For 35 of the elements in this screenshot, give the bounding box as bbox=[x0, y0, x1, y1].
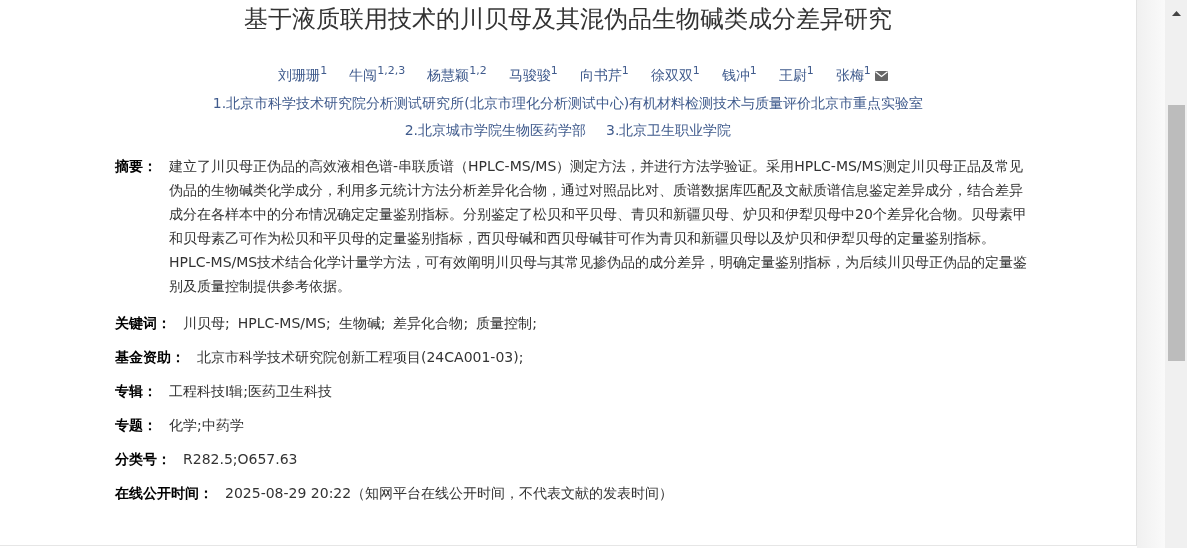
author-link[interactable]: 徐双双$^{1}$ bbox=[650, 67, 700, 85]
field-label: 基金资助： bbox=[115, 348, 185, 366]
keyword-link[interactable]: 差异化合物; bbox=[393, 314, 469, 332]
mail-icon[interactable] bbox=[874, 71, 888, 81]
scroll-up-icon[interactable] bbox=[1171, 11, 1181, 16]
field-value: 2025-08-29 20:22（知网平台在线公开时间，不代表文献的发表时间） bbox=[225, 484, 674, 502]
keyword-link[interactable]: 北京市科学技术研究院创新工程项目(24CA001-03); bbox=[197, 348, 524, 366]
scrollbar[interactable] bbox=[1165, 0, 1187, 548]
author-link[interactable]: 杨慧颖$^{1,2}$ bbox=[427, 67, 487, 85]
scrollbar-thumb[interactable] bbox=[1167, 105, 1185, 361]
affiliation-link[interactable]: 3.北京卫生职业学院 bbox=[606, 121, 732, 139]
author-link[interactable]: 钱冲$^{1}$ bbox=[721, 67, 757, 85]
field-label: 专题： bbox=[115, 416, 157, 434]
field-label: 专辑： bbox=[115, 382, 157, 400]
keyword-link[interactable]: HPLC-MS/MS; bbox=[237, 314, 331, 332]
author-link[interactable]: 张梅$^{1}$ bbox=[835, 67, 871, 85]
keyword-link[interactable]: 质量控制; bbox=[476, 314, 537, 332]
author-link[interactable]: 马骏骏$^{1}$ bbox=[508, 67, 558, 85]
field-value: 工程科技Ⅰ辑;医药卫生科技 bbox=[169, 382, 332, 400]
article-title: 基于液质联用技术的川贝母及其混伪品生物碱类成分差异研究 bbox=[243, 4, 893, 34]
author-link[interactable]: 王尉$^{1}$ bbox=[778, 67, 814, 85]
field-value: R282.5;O657.63 bbox=[183, 450, 298, 468]
affiliation-link[interactable]: 1.北京市科学技术研究院分析测试研究所(北京市理化分析测试中心)有机材料检测技术与质量评价北京市重点实验室 bbox=[212, 94, 924, 112]
field-label: 在线公开时间： bbox=[115, 484, 213, 502]
field-label: 关键词： bbox=[115, 314, 171, 332]
abstract-text: 建立了川贝母正伪品的高效液相色谱-串联质谱（HPLC-MS/MS）测定方法，并进行方法学验证。采用HPLC-MS/MS测定川贝母正品及常见伪品的生物碱类化学成分，利用多元统计方法分析差异化合物，通过对照品比对、质谱数据库匹配及文献质谱信息鉴定差异成分，结合差异成分在各样本中的分布情况确定定量鉴别指标。分别鉴定了松贝和平贝母、青贝和新疆贝母、炉贝和伊犁贝母中20个差异化合物。贝母素甲和贝母素乙可作为松贝和平贝母的定量鉴别指标，西贝母碱和西贝母碱苷可作为青贝和新疆贝母以及炉贝和伊犁贝母的定量鉴别指标。HPLC-MS/MS技术结合化学计量学方法，可有效阐明川贝母与其常见掺伪品的成分差异，明确定量鉴别指标，为后续川贝母正伪品的定量鉴别及质量控制提供参考依据。 bbox=[169, 157, 1029, 296]
affiliation-link[interactable]: 2.北京城市学院生物医药学部 bbox=[404, 121, 586, 139]
field-value: 化学;中药学 bbox=[169, 416, 244, 434]
field-label: 摘要： bbox=[115, 157, 157, 176]
keyword-link[interactable]: 川贝母; bbox=[183, 314, 230, 332]
author-link[interactable]: 牛闯$^{1,2,3}$ bbox=[349, 67, 406, 85]
keyword-link[interactable]: 生物碱; bbox=[338, 314, 386, 332]
field-label: 分类号： bbox=[115, 450, 171, 468]
author-link[interactable]: 刘珊珊$^{1}$ bbox=[278, 67, 328, 85]
author-link[interactable]: 向书芹$^{1}$ bbox=[579, 67, 629, 85]
